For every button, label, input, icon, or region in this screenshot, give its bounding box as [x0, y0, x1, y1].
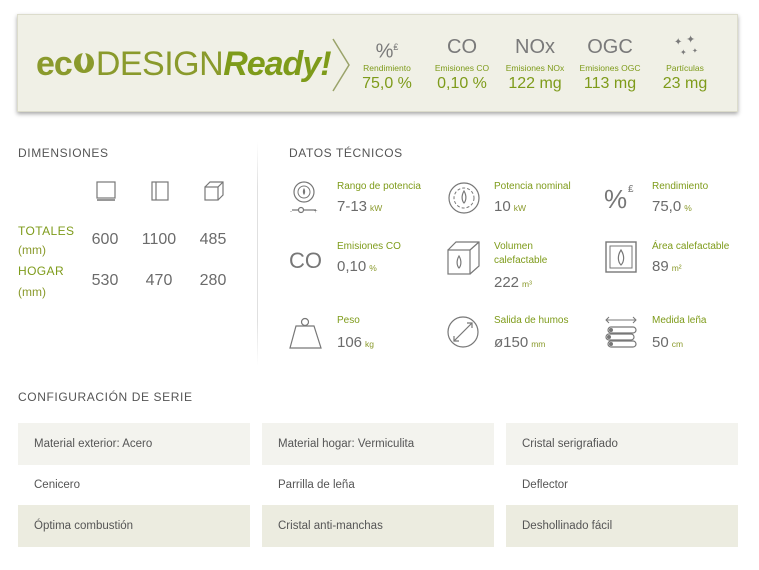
particles-icon: ✦ ✦ ✦ ✦: [648, 33, 722, 61]
dim-totales-height: 1100: [141, 231, 177, 248]
tech-area-calefactable: Área calefactable 89 m²: [604, 240, 744, 286]
tech-volumen-calefactable: Volumen calefactable 222 m³: [446, 240, 596, 296]
config-item: Cristal serigrafiado: [506, 423, 738, 465]
svg-text:%: %: [604, 184, 627, 214]
area-icon: [605, 241, 637, 273]
chevron-right-icon: [332, 38, 350, 92]
svg-text:✦: ✦: [686, 34, 695, 46]
logo-ready: Ready!: [223, 45, 331, 83]
tech-emisiones-co: CO Emisiones CO 0,10%: [289, 240, 439, 286]
dim-hogar-height: 470: [145, 272, 173, 289]
tech-medida-lena: Medida leña 50 cm: [604, 314, 744, 354]
config-item: Cristal anti-manchas: [262, 505, 494, 547]
stat-value: 0,10 %: [437, 75, 487, 92]
tech-label: Rango de potencia: [337, 181, 421, 192]
stat-label: Emisiones CO: [434, 63, 490, 73]
stat-label: Partículas: [666, 63, 704, 73]
stat-value: 23 mg: [662, 75, 708, 92]
config-item: Cenicero: [34, 479, 81, 491]
logo-design: DESIGN: [95, 45, 224, 83]
config-item: Material hogar: Vermiculita: [262, 423, 494, 465]
tech-label: Medida leña: [652, 315, 707, 326]
weight-icon: [289, 317, 322, 349]
banner-stat-co: CO Emisiones CO 0,10 %: [425, 33, 499, 93]
svg-text:₤: ₤: [628, 184, 634, 195]
power-range-icon: - +: [290, 181, 318, 215]
dim-totales-depth: 485: [199, 231, 227, 248]
tech-label: Potencia nominal: [494, 181, 571, 192]
tech-value: 0,10%: [337, 258, 377, 275]
dim-totales-width: 600: [91, 231, 119, 248]
stat-label: Rendimiento: [363, 63, 411, 73]
co-icon: CO: [289, 248, 322, 273]
dim-hogar-depth: 280: [199, 272, 227, 289]
stat-label: Emisiones OGC: [579, 63, 641, 73]
dim-row-hogar-unit: (mm): [18, 285, 46, 299]
tech-value: 75,0%: [652, 198, 692, 215]
tech-label: Rendimiento: [652, 181, 709, 192]
dim-row-hogar-label: HOGAR: [18, 264, 65, 278]
tech-value: 50 cm: [652, 334, 684, 351]
banner-stat-nox: NOx Emisiones NOx 122 mg: [498, 33, 572, 93]
front-view-icon: [96, 181, 116, 201]
svg-text:✦: ✦: [674, 37, 682, 48]
banner-stat-rendimiento: %₤ Rendimiento 75,0 %: [350, 33, 424, 93]
flue-diameter-icon: [447, 316, 479, 348]
tech-label: Emisiones CO: [337, 241, 401, 252]
banner-stat-ogc: OGC Emisiones OGC 113 mg: [573, 33, 647, 93]
tech-label: Volumen calefactable: [494, 241, 548, 266]
dim-row-totales-label: TOTALES: [18, 224, 75, 238]
firewood-icon: [605, 316, 637, 348]
ecodesign-banner: ec DESIGN Ready! %₤ Rendimiento 75,0 % C…: [17, 14, 738, 112]
tech-label: Área calefactable: [652, 241, 730, 252]
stat-value: 75,0 %: [362, 75, 412, 92]
depth-cube-icon: [204, 181, 224, 201]
nox-symbol: NOx: [515, 36, 555, 58]
tech-label: Salida de humos: [494, 315, 569, 326]
svg-text:✦: ✦: [680, 48, 687, 57]
tech-title: DATOS TÉCNICOS: [289, 146, 403, 160]
stat-label: Emisiones NOx: [505, 63, 565, 73]
config-item: Parrilla de leña: [278, 479, 355, 491]
tech-rango-potencia: - + Rango de potencia 7-13 kW: [289, 180, 439, 220]
svg-text:-: -: [290, 209, 292, 215]
config-title: CONFIGURACIÓN DE SERIE: [18, 390, 193, 404]
tech-value: 10 kW: [494, 198, 526, 215]
stat-value: 113 mg: [583, 75, 637, 92]
config-item: Material exterior: Acero: [18, 423, 250, 465]
tech-potencia-nominal: Potencia nominal 10 kW: [446, 180, 596, 220]
side-view-icon: [151, 181, 169, 201]
config-item: Deflector: [522, 479, 569, 491]
tech-value: 7-13 kW: [337, 198, 383, 215]
tech-value: 89 m²: [652, 258, 682, 275]
dim-row-totales-unit: (mm): [18, 243, 46, 257]
percent-icon: %₤: [375, 40, 399, 63]
efficiency-percent-icon: % ₤: [604, 184, 634, 214]
tech-salida-humos: Salida de humos ø150 mm: [446, 314, 596, 354]
ecodesign-logo: ec DESIGN Ready!: [36, 45, 332, 89]
tech-peso: Peso 106 kg: [289, 314, 439, 354]
tech-label: Peso: [337, 315, 360, 326]
tech-rendimiento: % ₤ Rendimiento 75,0%: [604, 180, 744, 220]
svg-text:+: +: [314, 209, 318, 215]
stat-value: 122 mg: [508, 75, 562, 92]
tech-value: ø150 mm: [494, 334, 546, 351]
ogc-symbol: OGC: [587, 36, 633, 58]
svg-text:✦: ✦: [692, 47, 698, 55]
config-item: Óptima combustión: [18, 505, 250, 547]
nominal-power-icon: [448, 182, 480, 214]
dim-hogar-width: 530: [91, 272, 119, 289]
volume-cube-icon: [447, 241, 480, 275]
tech-value: 222 m³: [494, 274, 532, 291]
logo-eco: ec: [36, 45, 73, 83]
section-divider: [257, 142, 258, 366]
flame-leaf-icon: [73, 51, 94, 73]
co-symbol: CO: [447, 36, 477, 58]
banner-stat-particulas: ✦ ✦ ✦ ✦ Partículas 23 mg: [648, 33, 722, 93]
tech-value: 106 kg: [337, 334, 375, 351]
dimensions-title: DIMENSIONES: [18, 146, 109, 160]
config-item: Deshollinado fácil: [506, 505, 738, 547]
